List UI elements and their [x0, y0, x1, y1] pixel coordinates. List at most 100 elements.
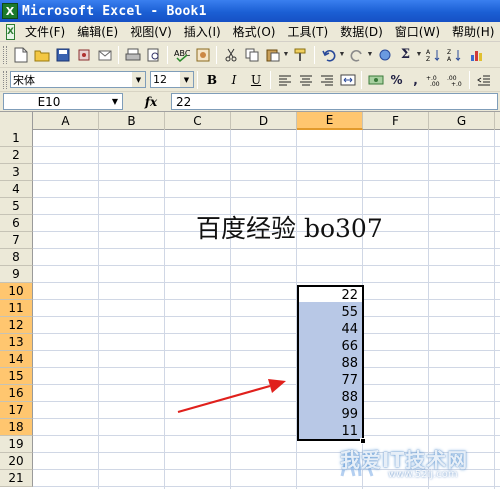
row-header[interactable]: 9 — [0, 266, 33, 283]
menu-window[interactable]: 窗口(W) — [389, 23, 446, 40]
undo-dropdown-icon[interactable]: ▼ — [338, 51, 346, 58]
toolbar-grip[interactable] — [3, 70, 7, 89]
row-header[interactable]: 8 — [0, 249, 33, 266]
row-header[interactable]: 2 — [0, 147, 33, 164]
spelling-icon[interactable]: ABC — [172, 45, 191, 64]
cell-e14[interactable]: 88 — [297, 355, 362, 372]
menu-file[interactable]: 文件(F) — [19, 23, 71, 40]
row-header[interactable]: 21 — [0, 470, 33, 487]
formula-input[interactable]: 22 — [171, 93, 498, 110]
standard-toolbar: ABC ▼ ▼ ▼ Σ ▼ AZ ZA — [0, 42, 500, 68]
decrease-decimal-icon[interactable]: .00 +.0 — [446, 70, 465, 89]
chevron-down-icon[interactable]: ▼ — [108, 94, 122, 109]
chevron-down-icon[interactable]: ▼ — [132, 72, 145, 87]
paste-dropdown-icon[interactable]: ▼ — [282, 51, 290, 58]
cell-area[interactable] — [33, 130, 500, 489]
increase-decimal-icon[interactable]: +.0.00 — [425, 70, 444, 89]
permission-icon[interactable] — [74, 45, 93, 64]
save-icon[interactable] — [53, 45, 72, 64]
new-document-icon[interactable] — [11, 45, 30, 64]
align-right-icon[interactable] — [317, 70, 336, 89]
cell-e17[interactable]: 99 — [297, 406, 362, 423]
row-header[interactable]: 14 — [0, 351, 33, 368]
cut-icon[interactable] — [221, 45, 240, 64]
row-header[interactable]: 4 — [0, 181, 33, 198]
undo-icon[interactable] — [319, 45, 338, 64]
row-header[interactable]: 17 — [0, 402, 33, 419]
chevron-down-icon[interactable]: ▼ — [180, 72, 193, 87]
autosum-dropdown-icon[interactable]: ▼ — [415, 51, 423, 58]
row-header[interactable]: 5 — [0, 198, 33, 215]
row-header[interactable]: 7 — [0, 232, 33, 249]
row-header[interactable]: 10 — [0, 283, 33, 300]
row-header[interactable]: 3 — [0, 164, 33, 181]
column-header-g[interactable]: G — [429, 112, 495, 130]
menu-data[interactable]: 数据(D) — [334, 23, 389, 40]
chart-wizard-icon[interactable] — [466, 45, 485, 64]
cell-e12[interactable]: 44 — [297, 321, 362, 338]
bold-button[interactable]: B — [202, 70, 222, 89]
autosum-icon[interactable]: Σ — [396, 45, 415, 64]
menu-help[interactable]: 帮助(H) — [446, 23, 500, 40]
row-header[interactable]: 1 — [0, 130, 33, 147]
row-header[interactable]: 19 — [0, 436, 33, 453]
cell-e18[interactable]: 11 — [297, 423, 362, 440]
menu-insert[interactable]: 插入(I) — [178, 23, 227, 40]
column-header-c[interactable]: C — [165, 112, 231, 130]
comma-style-button[interactable]: , — [408, 70, 423, 89]
redo-icon[interactable] — [347, 45, 366, 64]
font-name-select[interactable]: 宋体 ▼ — [10, 71, 146, 88]
row-header[interactable]: 11 — [0, 300, 33, 317]
excel-icon[interactable]: X — [2, 3, 18, 19]
row-header[interactable]: 16 — [0, 385, 33, 402]
merge-center-icon[interactable] — [338, 70, 357, 89]
menu-format[interactable]: 格式(O) — [227, 23, 282, 40]
select-all-corner[interactable] — [0, 112, 33, 130]
row-header[interactable]: 18 — [0, 419, 33, 436]
row-header[interactable]: 6 — [0, 215, 33, 232]
underline-button[interactable]: U — [246, 70, 266, 89]
name-box[interactable]: E10 ▼ — [3, 93, 123, 110]
column-header-f[interactable]: F — [363, 112, 429, 130]
sort-descending-icon[interactable]: ZA — [445, 45, 464, 64]
paste-icon[interactable] — [263, 45, 282, 64]
font-size-select[interactable]: 12 ▼ — [150, 71, 194, 88]
decrease-indent-icon[interactable] — [474, 70, 493, 89]
cell-e11[interactable]: 55 — [297, 304, 362, 321]
redo-dropdown-icon[interactable]: ▼ — [366, 51, 374, 58]
email-icon[interactable] — [95, 45, 114, 64]
open-folder-icon[interactable] — [32, 45, 51, 64]
italic-button[interactable]: I — [224, 70, 244, 89]
print-icon[interactable] — [123, 45, 142, 64]
workbook-icon[interactable]: X — [6, 23, 15, 40]
hyperlink-icon[interactable] — [375, 45, 394, 64]
sort-ascending-icon[interactable]: AZ — [424, 45, 443, 64]
menu-view[interactable]: 视图(V) — [124, 23, 178, 40]
cell-e10[interactable]: 22 — [297, 287, 362, 304]
column-header-e[interactable]: E — [297, 112, 363, 130]
menu-edit[interactable]: 编辑(E) — [71, 23, 124, 40]
row-header[interactable]: 13 — [0, 334, 33, 351]
sheet-heading-text: 百度经验 bo307 — [196, 214, 383, 243]
column-header-a[interactable]: A — [33, 112, 99, 130]
currency-icon[interactable] — [366, 70, 385, 89]
column-header-b[interactable]: B — [99, 112, 165, 130]
cell-e13[interactable]: 66 — [297, 338, 362, 355]
format-painter-icon[interactable] — [291, 45, 310, 64]
align-left-icon[interactable] — [275, 70, 294, 89]
align-center-icon[interactable] — [296, 70, 315, 89]
row-header[interactable]: 20 — [0, 453, 33, 470]
column-header-d[interactable]: D — [231, 112, 297, 130]
insert-function-button[interactable]: fx — [131, 95, 171, 109]
row-header[interactable]: 12 — [0, 317, 33, 334]
row-header[interactable]: 15 — [0, 368, 33, 385]
cell-e16[interactable]: 88 — [297, 389, 362, 406]
formatting-toolbar: 宋体 ▼ 12 ▼ B I U % , +.0.00 .00 +.0 — [0, 68, 500, 92]
percent-button[interactable]: % — [387, 70, 406, 89]
copy-icon[interactable] — [242, 45, 261, 64]
cell-e15[interactable]: 77 — [297, 372, 362, 389]
toolbar-grip[interactable] — [3, 45, 7, 64]
print-preview-icon[interactable] — [144, 45, 163, 64]
research-icon[interactable] — [193, 45, 212, 64]
menu-tools[interactable]: 工具(T) — [281, 23, 334, 40]
